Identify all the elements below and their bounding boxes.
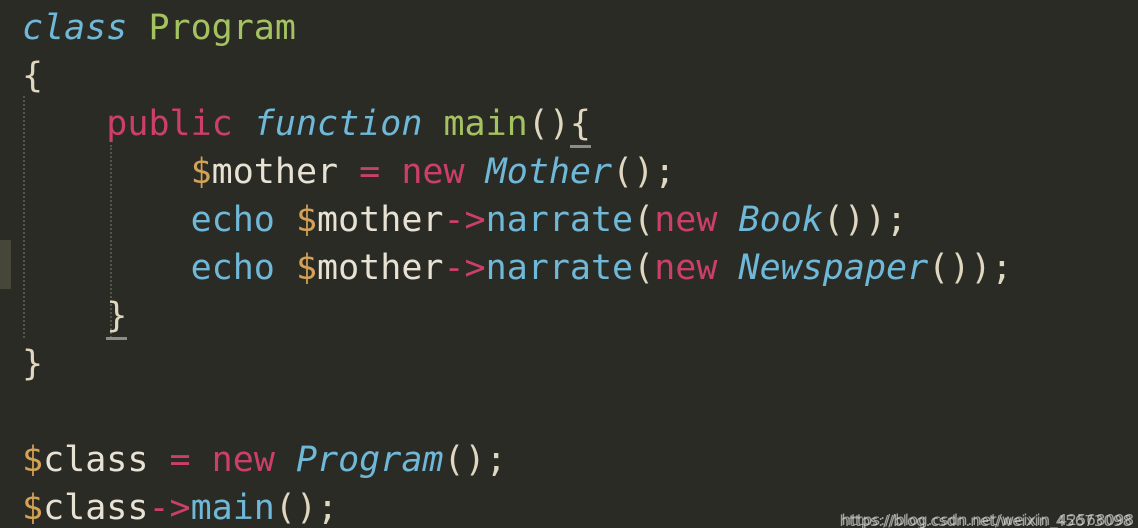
code-line[interactable]: $class = new Program(); (0, 436, 1138, 484)
token-type: Program (295, 440, 444, 480)
code-line[interactable]: } (0, 340, 1138, 388)
token-var: mother (317, 200, 444, 240)
token-var: class (43, 440, 149, 480)
token-method: narrate (485, 200, 634, 240)
token-brace: { (22, 56, 44, 96)
code-line[interactable]: } (0, 292, 1138, 340)
token-echo: echo (190, 200, 275, 240)
token-type: Newspaper (738, 248, 929, 288)
code-line[interactable]: echo $mother->narrate(new Newspaper()); (0, 244, 1138, 292)
token-method: narrate (485, 248, 634, 288)
token-keyword: public (106, 104, 233, 144)
token-arrow: -> (148, 488, 191, 528)
token-brace-matched: } (106, 296, 128, 340)
token-sigil: $ (22, 440, 44, 480)
code-line[interactable] (0, 388, 1138, 436)
token-op: = (169, 440, 191, 480)
code-line[interactable]: class Program (0, 4, 1138, 52)
code-line[interactable]: public function main(){ (0, 100, 1138, 148)
token-var: mother (211, 152, 339, 192)
token-kw-italic: class (22, 8, 128, 48)
token-punct: (); (274, 488, 339, 528)
token-punct: ()); (928, 248, 1013, 288)
token-sigil: $ (190, 152, 212, 192)
token-punct: (); (443, 440, 507, 480)
token-punct: (); (612, 152, 676, 192)
code-line[interactable]: { (0, 52, 1138, 100)
token-fn: main (443, 104, 528, 144)
code-line[interactable]: $class->main(); (0, 484, 1138, 528)
token-sigil: $ (22, 488, 44, 528)
token-brace-matched: { (569, 104, 591, 148)
token-var: mother (317, 248, 444, 288)
token-type: Mother (485, 152, 613, 192)
token-var: class (43, 488, 149, 528)
token-classname: Program (148, 8, 296, 48)
token-sigil: $ (295, 248, 318, 288)
token-brace: } (22, 344, 44, 384)
token-punct: () (527, 104, 570, 144)
code-editor[interactable]: class Program{ public function main(){ $… (0, 0, 1138, 528)
token-op: = (359, 152, 381, 192)
token-sigil: $ (295, 200, 318, 240)
token-keyword: new (211, 440, 275, 480)
token-echo: echo (190, 248, 275, 288)
token-punct: ()); (822, 200, 908, 240)
token-arrow: -> (443, 248, 486, 288)
code-line[interactable]: echo $mother->narrate(new Book()); (0, 196, 1138, 244)
token-keyword: new (654, 200, 718, 240)
token-arrow: -> (443, 200, 486, 240)
token-keyword: new (401, 152, 465, 192)
token-keyword: new (654, 248, 718, 288)
code-line[interactable]: $mother = new Mother(); (0, 148, 1138, 196)
token-type: Book (738, 200, 823, 240)
token-method: main (190, 488, 275, 528)
code-content[interactable]: class Program{ public function main(){ $… (0, 0, 1138, 528)
token-punct: ( (633, 200, 655, 240)
token-kw-italic: function (253, 104, 423, 144)
token-punct: ( (633, 248, 655, 288)
